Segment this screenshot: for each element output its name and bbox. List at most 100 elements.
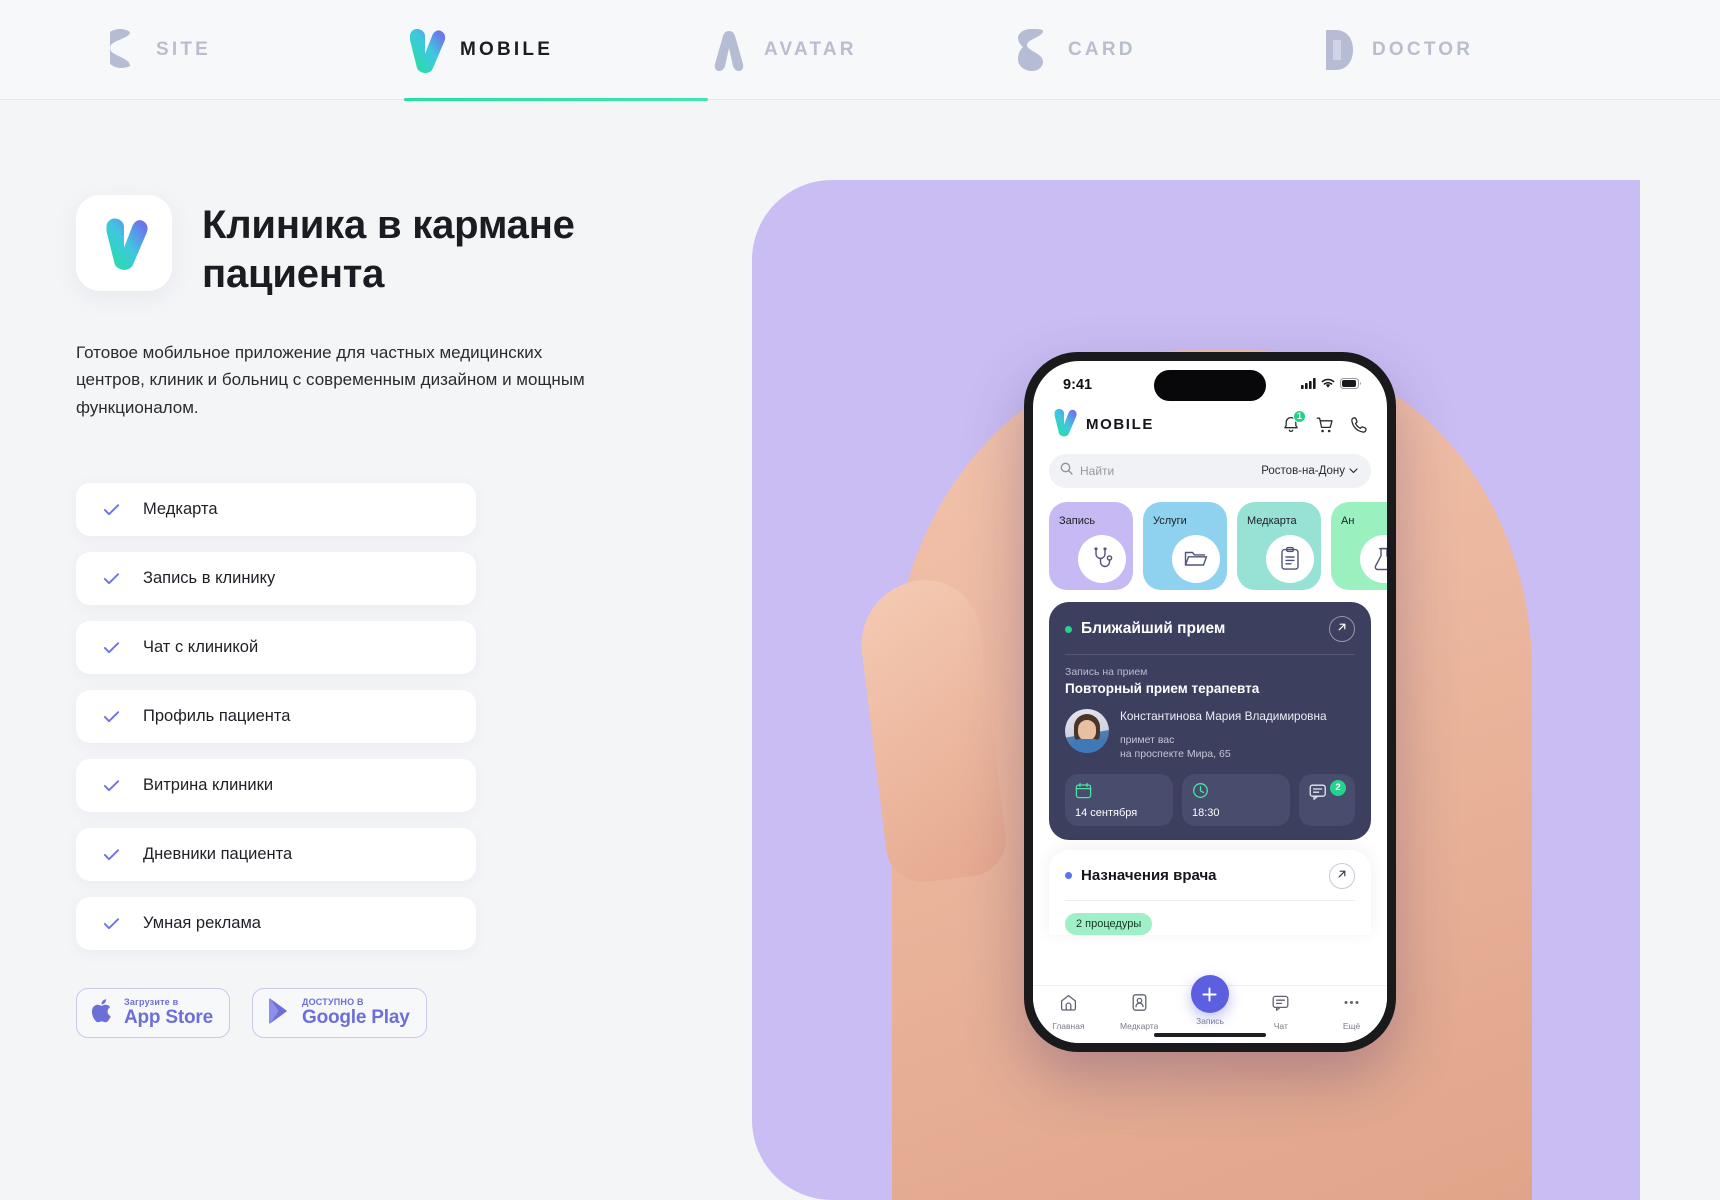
feature-item-vitrina[interactable]: Витрина клиники [76, 759, 476, 813]
nav-tab-site[interactable]: SITE [100, 0, 404, 100]
app-store-button[interactable]: Загрузите в App Store [76, 988, 230, 1039]
mobile-logo-icon [1049, 407, 1079, 442]
search-bar[interactable]: Найти Ростов-на-Дону [1049, 454, 1371, 488]
check-icon [102, 500, 121, 519]
appointment-card-header: Ближайший прием [1065, 616, 1355, 655]
mobile-app-icon [76, 195, 172, 291]
plus-icon[interactable] [1190, 975, 1229, 1013]
check-icon [102, 569, 121, 588]
tab-label: Главная [1052, 1021, 1085, 1031]
nav-tab-card[interactable]: CARD [1012, 0, 1316, 100]
tab-glavnaya[interactable]: Главная [1033, 993, 1104, 1031]
app-store-text: Загрузите в App Store [124, 997, 213, 1028]
chat-badge: 2 [1330, 779, 1346, 796]
bell-icon[interactable]: 1 [1281, 409, 1306, 435]
appointment-date: 14 сентября [1075, 806, 1138, 819]
prescriptions-card: Назначения врача 2 процедуры [1049, 849, 1371, 935]
chat-icon [1271, 993, 1290, 1017]
tile-label: Запись [1059, 515, 1096, 527]
cart-icon[interactable] [1315, 415, 1335, 435]
nav-tab-mobile[interactable]: MOBILE [404, 0, 708, 101]
search-input[interactable]: Найти [1080, 464, 1114, 478]
tab-eshe[interactable]: Ещё [1316, 993, 1387, 1031]
feature-item-chat[interactable]: Чат с клиникой [76, 621, 476, 675]
tab-zapis[interactable]: Запись [1175, 975, 1246, 1026]
chat-icon [1309, 784, 1331, 806]
feature-label: Чат с клиникой [143, 638, 259, 657]
store-badges: Загрузите в App Store ДОСТУПНО В Google … [76, 988, 716, 1039]
tile-zapis[interactable]: Запись [1049, 502, 1133, 590]
flask-icon [1360, 535, 1387, 583]
check-icon [102, 638, 121, 657]
appointment-card: Ближайший прием Запись на прием Повторны… [1049, 602, 1371, 840]
feature-item-zapis[interactable]: Запись в клинику [76, 552, 476, 606]
status-dot-green [1065, 625, 1072, 633]
battery-icon [1340, 376, 1361, 394]
check-icon [102, 845, 121, 864]
nav-tab-card-label: CARD [1068, 38, 1136, 60]
nav-tab-doctor[interactable]: DOCTOR [1316, 0, 1620, 100]
doctor-meta: Константинова Мария Владимировна примет … [1120, 709, 1355, 761]
search-icon [1060, 462, 1073, 480]
tab-label: Медкарта [1120, 1021, 1159, 1031]
google-play-button[interactable]: ДОСТУПНО В Google Play [251, 988, 427, 1039]
status-indicators [1301, 376, 1361, 394]
tile-label: Услуги [1153, 515, 1187, 527]
appointment-open-button[interactable] [1329, 616, 1355, 642]
app-header: MOBILE 1 [1033, 403, 1387, 442]
mobile-logo-icon [404, 26, 446, 74]
tile-uslugi[interactable]: Услуги [1143, 502, 1227, 590]
hero-description: Готовое мобильное приложение для частных… [76, 342, 585, 417]
home-indicator [1154, 1033, 1266, 1037]
prescriptions-open-button[interactable] [1329, 862, 1355, 889]
appointment-chat-chip[interactable]: 2 [1299, 773, 1355, 826]
phone-icon[interactable] [1349, 415, 1369, 435]
folder-icon [1172, 535, 1220, 583]
feature-item-profile[interactable]: Профиль пациента [76, 690, 476, 744]
tab-medkarta[interactable]: Медкарта [1104, 993, 1175, 1031]
doctor-place-line2: на проспекте Мира, 65 [1120, 747, 1231, 760]
status-time: 9:41 [1063, 377, 1093, 393]
avatar-face [1078, 720, 1096, 741]
doctor-place: примет вас на проспекте Мира, 65 [1120, 733, 1355, 761]
tab-chat[interactable]: Чат [1245, 993, 1316, 1031]
status-dot-blue [1065, 872, 1072, 880]
id-card-icon [1130, 993, 1149, 1017]
app-brand-label: MOBILE [1086, 416, 1154, 433]
feature-item-dnevniki[interactable]: Дневники пациента [76, 828, 476, 882]
page-title: Клиника в кармане пациента [202, 203, 575, 296]
nav-tab-avatar[interactable]: AVATAR [708, 0, 1012, 100]
check-icon [102, 776, 121, 795]
site-logo-icon [100, 26, 142, 74]
card-logo-icon [1012, 26, 1054, 74]
google-play-label: Google Play [301, 1006, 410, 1028]
appointment-title-wrap: Ближайший прием [1065, 620, 1225, 638]
app-store-label: App Store [124, 1006, 213, 1028]
signal-icon [1301, 376, 1316, 394]
appointment-chips: 14 сентября 18:30 2 [1065, 773, 1355, 826]
city-selector[interactable]: Ростов-на-Дону [1261, 465, 1358, 477]
phone-screen: 9:41 MOBILE 1 Найти Ростов-на-Дону Запис… [1033, 361, 1387, 1043]
prescriptions-card-header: Назначения врача [1065, 862, 1355, 901]
feature-label: Профиль пациента [143, 707, 291, 726]
arrow-up-right-icon [1336, 620, 1348, 638]
appointment-time-chip[interactable]: 18:30 [1182, 773, 1290, 826]
ellipsis-icon [1342, 993, 1361, 1017]
feature-label: Витрина клиники [143, 776, 274, 795]
appointment-date-chip[interactable]: 14 сентября [1065, 773, 1173, 826]
feature-label: Умная реклама [143, 914, 261, 933]
appointment-service: Повторный прием терапевта [1065, 681, 1260, 696]
google-play-icon [266, 997, 292, 1030]
calendar-icon [1075, 782, 1092, 803]
apple-icon [90, 997, 114, 1030]
tile-medkarta[interactable]: Медкарта [1237, 502, 1321, 590]
page-stage: Клиника в кармане пациента Готовое мобил… [0, 100, 1720, 1200]
search-left: Найти [1060, 462, 1114, 480]
feature-item-medkarta[interactable]: Медкарта [76, 483, 476, 537]
phone-status-bar: 9:41 [1033, 361, 1387, 403]
tile-label: Медкарта [1247, 515, 1297, 527]
feature-item-reklama[interactable]: Умная реклама [76, 897, 476, 951]
check-icon [102, 914, 121, 933]
tile-analizy[interactable]: Ан [1331, 502, 1387, 590]
hero-heading-row: Клиника в кармане пациента [76, 195, 716, 299]
